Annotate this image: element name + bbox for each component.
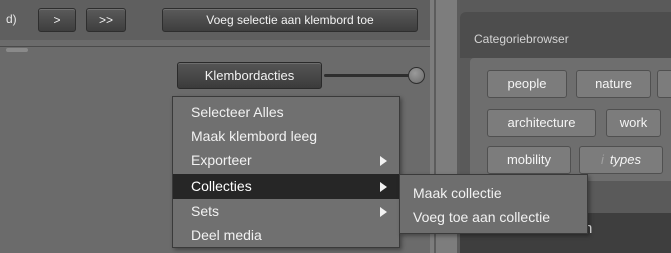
- submenu-item-label: Maak collectie: [413, 185, 502, 201]
- submenu-arrow-icon: [380, 182, 387, 192]
- tag-clipped[interactable]: [657, 70, 671, 98]
- menu-item-sets[interactable]: Sets: [173, 199, 399, 224]
- collections-submenu: Maak collectie Voeg toe aan collectie: [399, 174, 588, 234]
- tag-work[interactable]: work: [606, 109, 661, 137]
- menu-item-label: Exporteer: [191, 152, 252, 168]
- clipboard-actions-button[interactable]: Klembordacties: [177, 62, 322, 89]
- next-page-button[interactable]: >: [38, 8, 76, 32]
- thumbnail-size-slider[interactable]: [324, 74, 416, 77]
- menu-item-collections[interactable]: Collecties: [173, 174, 399, 199]
- menu-item-label: Collecties: [191, 178, 252, 194]
- toolbar-clipped-label: d): [6, 12, 17, 26]
- slider-knob[interactable]: [408, 67, 425, 84]
- menu-item-select-all[interactable]: Selecteer Alles: [173, 100, 399, 125]
- tag-nature[interactable]: nature: [576, 70, 651, 98]
- info-icon: i: [601, 152, 604, 167]
- menu-item-label: Deel media: [191, 227, 262, 243]
- last-page-button[interactable]: >>: [86, 8, 126, 32]
- submenu-item-create-collection[interactable]: Maak collectie: [400, 181, 587, 205]
- add-selection-to-clipboard-button[interactable]: Voeg selectie aan klembord toe: [162, 8, 418, 32]
- menu-item-label: Sets: [191, 203, 220, 219]
- category-browser-title: Categoriebrowser: [474, 32, 569, 46]
- tag-mobility[interactable]: mobility: [487, 146, 571, 174]
- tag-architecture[interactable]: architecture: [487, 109, 596, 137]
- menu-item-export[interactable]: Exporteer: [173, 148, 399, 173]
- menu-item-label: Selecteer Alles: [191, 104, 284, 120]
- menu-item-share-media[interactable]: Deel media: [173, 223, 399, 248]
- submenu-item-add-to-collection[interactable]: Voeg toe aan collectie: [400, 205, 587, 229]
- tag-people[interactable]: people: [487, 70, 567, 98]
- clipboard-actions-menu: Selecteer Alles Maak klembord leeg Expor…: [172, 96, 400, 248]
- collapse-handle[interactable]: [6, 48, 28, 52]
- menu-item-clear-clipboard[interactable]: Maak klembord leeg: [173, 124, 399, 149]
- submenu-arrow-icon: [380, 207, 387, 217]
- tag-types[interactable]: i types: [579, 146, 663, 174]
- section-divider: [0, 46, 430, 47]
- submenu-item-label: Voeg toe aan collectie: [413, 209, 550, 225]
- submenu-arrow-icon: [380, 156, 387, 166]
- menu-item-label: Maak klembord leeg: [191, 128, 318, 144]
- tag-types-label: types: [609, 152, 641, 167]
